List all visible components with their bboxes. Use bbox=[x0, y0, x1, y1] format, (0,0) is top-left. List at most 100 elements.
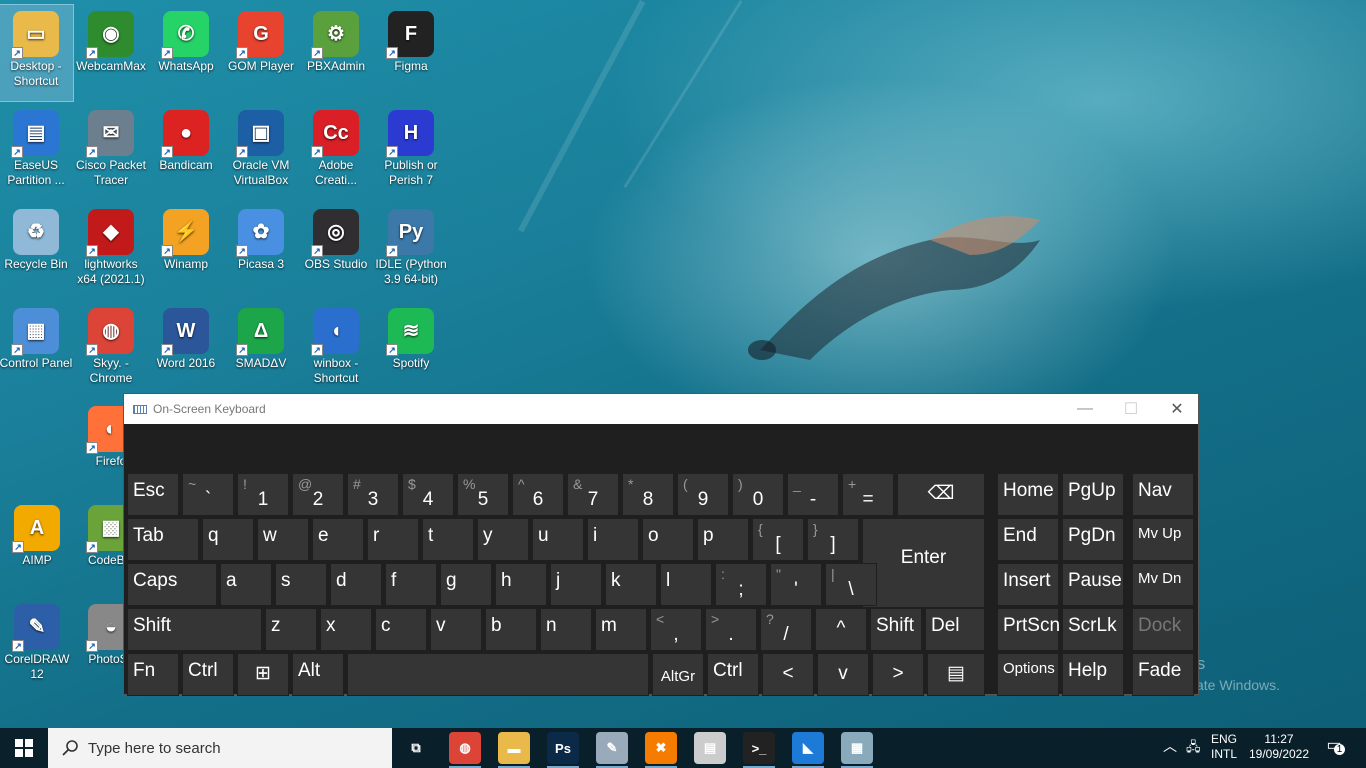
desktop-icon-coreldraw-12[interactable]: ✎ ↗ CorelDRAW 12 bbox=[0, 598, 74, 694]
key-k[interactable]: k bbox=[605, 563, 657, 606]
key-menu[interactable]: ▤ bbox=[927, 653, 985, 696]
key-fn[interactable]: Fn bbox=[127, 653, 179, 696]
key-fade[interactable]: Fade bbox=[1132, 653, 1194, 696]
maximize-button[interactable]: ☐ bbox=[1108, 394, 1154, 424]
key-rshift[interactable]: Shift bbox=[870, 608, 922, 651]
key-options[interactable]: Options bbox=[997, 653, 1059, 696]
desktop-icon-webcammax[interactable]: ◉ ↗ WebcamMax bbox=[74, 5, 148, 101]
key-slash[interactable]: ? / bbox=[760, 608, 812, 651]
key-v[interactable]: v bbox=[430, 608, 482, 651]
clock[interactable]: 11:27 19/09/2022 bbox=[1246, 732, 1312, 762]
key-prtscn[interactable]: PrtScn bbox=[997, 608, 1060, 651]
key-d[interactable]: d bbox=[330, 563, 382, 606]
taskbar-chrome-icon[interactable]: ◍ bbox=[449, 732, 481, 764]
key-insert[interactable]: Insert bbox=[997, 563, 1059, 606]
key-n2[interactable]: @2 bbox=[292, 473, 344, 516]
key-scrlk[interactable]: ScrLk bbox=[1062, 608, 1124, 651]
key-n0[interactable]: ) 0 bbox=[732, 473, 784, 516]
key-quote[interactable]: " ' bbox=[770, 563, 822, 606]
desktop-icon-publish-or-perish-7[interactable]: H ↗ Publish or Perish 7 bbox=[374, 104, 448, 200]
language-indicator[interactable]: ENG INTL bbox=[1208, 732, 1240, 762]
key-up[interactable]: ^ bbox=[815, 608, 867, 651]
key-w[interactable]: w bbox=[257, 518, 309, 561]
desktop-icon-idle-python-3-9-64-bit[interactable]: Py ↗ IDLE (Python 3.9 64-bit) bbox=[374, 203, 448, 299]
key-j[interactable]: j bbox=[550, 563, 602, 606]
key-win[interactable]: ⊞ bbox=[237, 653, 289, 696]
key-n4[interactable]: $4 bbox=[402, 473, 454, 516]
taskbar-notepad-icon[interactable]: ✎ bbox=[596, 732, 628, 764]
key-c[interactable]: c bbox=[375, 608, 427, 651]
show-hidden-icons-chevron-icon[interactable]: ︿ bbox=[1163, 739, 1177, 754]
key-lbr[interactable]: {[ bbox=[752, 518, 804, 561]
key-pgup[interactable]: PgUp bbox=[1062, 473, 1124, 516]
key-tilde-main[interactable]: ~ ` bbox=[182, 473, 234, 516]
taskbar-terminal-icon[interactable]: >_ bbox=[743, 732, 775, 764]
network-icon[interactable]: 🖧 bbox=[1186, 739, 1201, 754]
key-rbr[interactable]: }] bbox=[807, 518, 859, 561]
key-b[interactable]: b bbox=[485, 608, 537, 651]
desktop-icon-smad-v[interactable]: Δ ↗ SMADΔV bbox=[224, 302, 298, 398]
key-altgr[interactable]: AltGr bbox=[652, 653, 704, 696]
key-del[interactable]: Del bbox=[925, 608, 985, 651]
desktop-icon-obs-studio[interactable]: ◎ ↗ OBS Studio bbox=[299, 203, 373, 299]
key-h[interactable]: h bbox=[495, 563, 547, 606]
key-alt[interactable]: Alt bbox=[292, 653, 344, 696]
key-a[interactable]: a bbox=[220, 563, 272, 606]
desktop-icon-cisco-packet-tracer[interactable]: ✉ ↗ Cisco Packet Tracer bbox=[74, 104, 148, 200]
desktop-icon-gom-player[interactable]: G ↗ GOM Player bbox=[224, 5, 298, 101]
desktop-icon-figma[interactable]: F ↗ Figma bbox=[374, 5, 448, 101]
key-right[interactable]: > bbox=[872, 653, 924, 696]
key-space[interactable] bbox=[347, 653, 649, 696]
key-home[interactable]: Home bbox=[997, 473, 1059, 516]
desktop-icon-control-panel[interactable]: ▦ ↗ Control Panel bbox=[0, 302, 73, 398]
taskbar-vscode-icon[interactable]: ◣ bbox=[792, 732, 824, 764]
desktop-icon-easeus-partition[interactable]: ▤ ↗ EaseUS Partition ... bbox=[0, 104, 73, 200]
key-s[interactable]: s bbox=[275, 563, 327, 606]
key-dot[interactable]: >. bbox=[705, 608, 757, 651]
key-down[interactable]: v bbox=[817, 653, 869, 696]
key-p[interactable]: p bbox=[697, 518, 749, 561]
key-z[interactable]: z bbox=[265, 608, 317, 651]
key-pause[interactable]: Pause bbox=[1062, 563, 1124, 606]
desktop-icon-spotify[interactable]: ≋ ↗ Spotify bbox=[374, 302, 448, 398]
key-tab[interactable]: Tab bbox=[127, 518, 199, 561]
taskbar-file-explorer-icon[interactable]: ▬ bbox=[498, 732, 530, 764]
desktop-icon-lightworks-x64-2021-1[interactable]: ◆ ↗ lightworks x64 (2021.1) bbox=[74, 203, 148, 299]
close-button[interactable]: ✕ bbox=[1154, 394, 1200, 424]
key-n9[interactable]: (9 bbox=[677, 473, 729, 516]
start-button[interactable] bbox=[0, 728, 48, 768]
key-g[interactable]: g bbox=[440, 563, 492, 606]
desktop-icon-adobe-creati[interactable]: Cc ↗ Adobe Creati... bbox=[299, 104, 373, 200]
key-dock[interactable]: Dock bbox=[1132, 608, 1194, 651]
key-comma[interactable]: <, bbox=[650, 608, 702, 651]
key-r[interactable]: r bbox=[367, 518, 419, 561]
key-e[interactable]: e bbox=[312, 518, 364, 561]
osk-titlebar[interactable]: On-Screen Keyboard — ☐ ✕ bbox=[124, 394, 1198, 424]
key-n8[interactable]: * 8 bbox=[622, 473, 674, 516]
desktop-icon-aimp[interactable]: A ↗ AIMP bbox=[0, 499, 74, 595]
key-help[interactable]: Help bbox=[1062, 653, 1124, 696]
key-m[interactable]: m bbox=[595, 608, 647, 651]
key-f[interactable]: f bbox=[385, 563, 437, 606]
desktop-icon-picasa-3[interactable]: ✿ ↗ Picasa 3 bbox=[224, 203, 298, 299]
key-i[interactable]: i bbox=[587, 518, 639, 561]
key-bslash[interactable]: | \ bbox=[825, 563, 877, 606]
key-caps[interactable]: Caps bbox=[127, 563, 217, 606]
key-backspace[interactable]: ⌫ bbox=[897, 473, 985, 516]
desktop-icon-winbox-shortcut[interactable]: ◖ ↗ winbox - Shortcut bbox=[299, 302, 373, 398]
key-end[interactable]: End bbox=[997, 518, 1059, 561]
key-n7[interactable]: & 7 bbox=[567, 473, 619, 516]
key-y[interactable]: y bbox=[477, 518, 529, 561]
key-mvdn[interactable]: Mv Dn bbox=[1132, 563, 1194, 606]
key-t[interactable]: t bbox=[422, 518, 474, 561]
key-shift[interactable]: Shift bbox=[127, 608, 262, 651]
taskbar-network-app-icon[interactable]: ▦ bbox=[841, 732, 873, 764]
key-enter[interactable]: Enter bbox=[862, 518, 985, 608]
minimize-button[interactable]: — bbox=[1062, 394, 1108, 424]
key-esc[interactable]: Esc bbox=[127, 473, 179, 516]
desktop-icon-desktop-shortcut[interactable]: ▭ ↗ Desktop - Shortcut bbox=[0, 4, 74, 102]
key-mvup[interactable]: Mv Up bbox=[1132, 518, 1194, 561]
key-o[interactable]: o bbox=[642, 518, 694, 561]
key-n5[interactable]: % 5 bbox=[457, 473, 509, 516]
key-q[interactable]: q bbox=[202, 518, 254, 561]
